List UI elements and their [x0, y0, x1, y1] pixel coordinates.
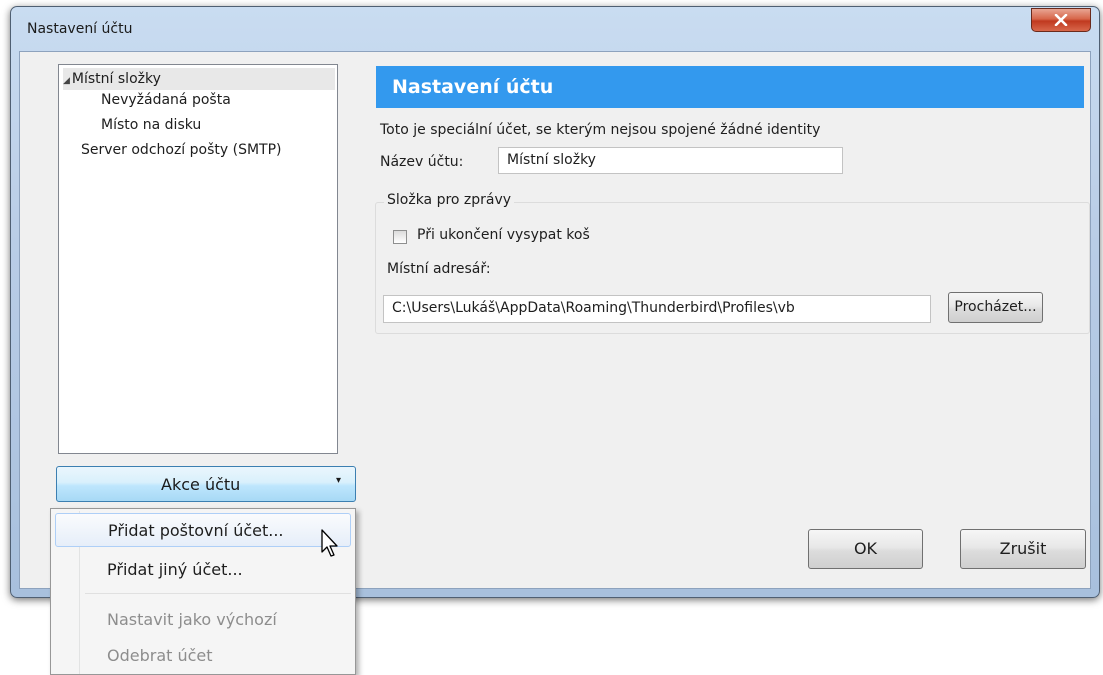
window-title: Nastavení účtu	[27, 21, 133, 37]
local-directory-input[interactable]: C:\Users\Lukáš\AppData\Roaming\Thunderbi…	[383, 295, 931, 323]
tree-item-disk-space[interactable]: Místo na disku	[101, 117, 201, 133]
menu-item-remove-account: Odebrat účet	[55, 639, 351, 673]
account-tree: ◢ Místní složky Nevyžádaná pošta Místo na…	[58, 64, 338, 454]
cancel-button[interactable]: Zrušit	[960, 529, 1086, 569]
menu-item-add-other-account[interactable]: Přidat jiný účet...	[55, 553, 351, 587]
tree-item-label: Místní složky	[71, 71, 161, 87]
panel-header-title: Nastavení účtu	[392, 76, 554, 98]
menu-item-label: Přidat poštovní účet...	[108, 521, 284, 540]
browse-button[interactable]: Procházet...	[948, 292, 1043, 323]
account-actions-menu: Přidat poštovní účet... Přidat jiný účet…	[50, 508, 356, 675]
menu-item-set-default: Nastavit jako výchozí	[55, 603, 351, 637]
message-folder-group-title: Složka pro zprávy	[384, 192, 515, 208]
ok-button[interactable]: OK	[808, 529, 923, 569]
menu-item-label: Nastavit jako výchozí	[107, 610, 277, 629]
tree-item-smtp[interactable]: Server odchozí pošty (SMTP)	[81, 142, 282, 158]
empty-trash-checkbox[interactable]	[393, 230, 407, 244]
account-name-label: Název účtu:	[380, 154, 464, 170]
account-name-input[interactable]: Místní složky	[498, 147, 843, 174]
expand-triangle-icon[interactable]: ◢	[63, 70, 70, 92]
panel-header: Nastavení účtu	[376, 66, 1084, 108]
menu-item-label: Přidat jiný účet...	[107, 560, 243, 579]
menu-item-add-mail-account[interactable]: Přidat poštovní účet...	[55, 513, 351, 547]
empty-trash-label[interactable]: Při ukončení vysypat koš	[417, 227, 590, 243]
menu-item-label: Odebrat účet	[107, 646, 213, 665]
tree-item-local-folders[interactable]: ◢ Místní složky	[63, 68, 335, 90]
close-button[interactable]	[1031, 8, 1091, 32]
close-icon	[1054, 14, 1068, 26]
menu-separator	[85, 593, 351, 594]
local-directory-label: Místní adresář:	[387, 261, 491, 277]
tree-item-junk[interactable]: Nevyžádaná pošta	[101, 92, 231, 108]
info-text: Toto je speciální účet, se kterým nejsou…	[380, 122, 821, 138]
account-actions-button[interactable]: Akce účtu ▾	[56, 466, 356, 502]
mouse-cursor-icon	[321, 529, 338, 557]
account-actions-label: Akce účtu	[161, 475, 241, 494]
dropdown-arrow-icon: ▾	[335, 475, 341, 486]
